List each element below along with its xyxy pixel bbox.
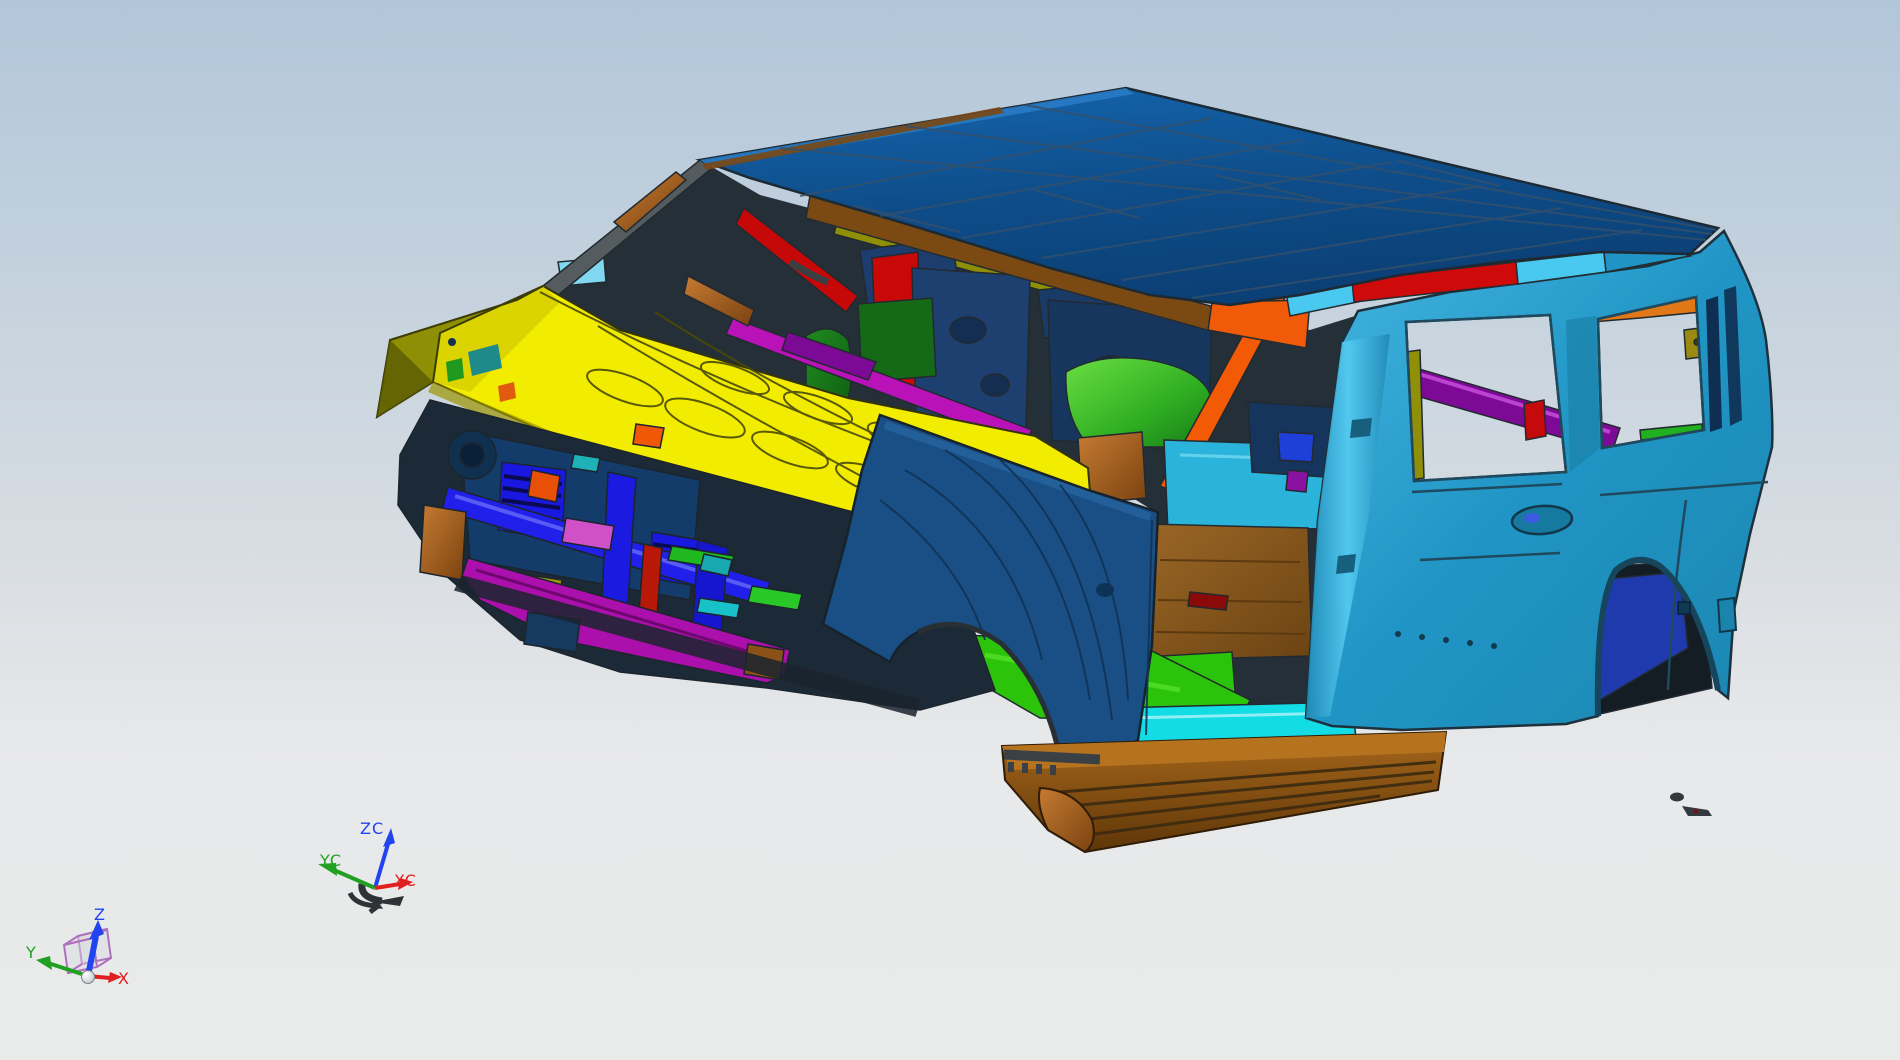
floating-parts[interactable] [1670,792,1712,817]
rear-bracket [1716,596,1738,634]
wcs-z-label: ZC [360,819,384,838]
floor-red-marks [1187,591,1229,611]
wcs-triad[interactable]: ZC YC XC [318,819,417,914]
wcs-x-label: XC [394,871,417,890]
blue-bracket [1277,431,1315,463]
view-z-label: Z [94,905,106,924]
rocker-running-board[interactable] [1000,730,1448,854]
wcs-y-label: YC [319,851,342,870]
cad-viewport[interactable]: ZC YC XC Z Y X [0,0,1900,1060]
view-x-label: X [118,969,130,988]
rear-floor-brown [1147,523,1313,661]
purple-sliver [1285,469,1309,493]
view-y-label: Y [25,943,37,962]
bumper-end-brown [419,504,467,581]
view-orientation-triad[interactable]: Z Y X [25,905,130,988]
sensor-square [1677,601,1691,615]
car-biw-model[interactable]: ZC YC XC Z Y X [0,0,1900,1060]
